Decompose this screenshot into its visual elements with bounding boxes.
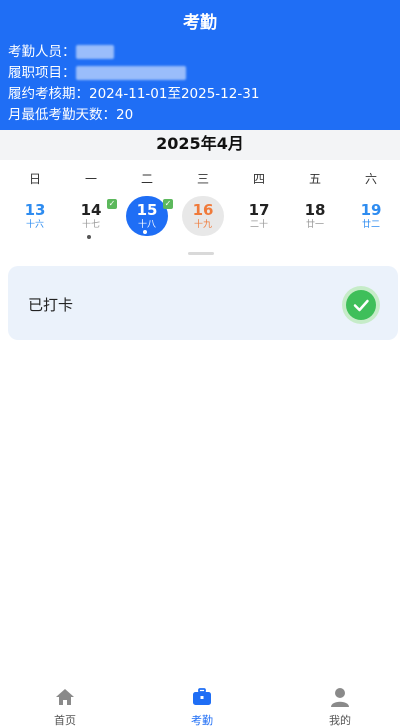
lunar-date: 廿一	[305, 220, 324, 230]
record-dot-icon	[87, 235, 91, 239]
redacted-project	[75, 66, 186, 80]
day-cell-13[interactable]: 13 十六	[7, 196, 63, 240]
month-title: 2025年4月	[0, 130, 400, 160]
status-card: 已打卡	[8, 266, 398, 340]
day-cell-17[interactable]: 17 二十	[231, 196, 287, 240]
page-title: 考勤	[183, 13, 217, 33]
weekday-wed: 三	[196, 172, 209, 186]
briefcase-icon	[162, 686, 242, 708]
lunar-date: 廿二	[361, 220, 380, 230]
day-number: 16	[192, 201, 214, 219]
calendar-expand-handle[interactable]	[188, 252, 214, 255]
day-cell-18[interactable]: 18 廿一	[287, 196, 343, 240]
bottom-tab-bar: 首页 考勤 我的	[0, 680, 400, 727]
day-cell-19[interactable]: 19 廿二	[343, 196, 399, 240]
day-number: 13	[24, 201, 46, 219]
tab-label: 首页	[54, 714, 76, 727]
day-cell-16-today[interactable]: 16 十九	[175, 196, 231, 240]
tab-label: 我的	[329, 714, 351, 727]
day-number: 18	[304, 201, 326, 219]
staff-row: 考勤人员：	[8, 42, 259, 63]
lunar-date: 十七	[81, 220, 100, 230]
lunar-date: 十九	[193, 220, 212, 230]
tab-attendance[interactable]: 考勤	[162, 686, 242, 728]
tab-home[interactable]: 首页	[25, 686, 105, 728]
status-label: 已打卡	[28, 296, 74, 314]
day-cell-15-selected[interactable]: ✓ 15 十八	[119, 196, 175, 240]
project-row: 履职项目：	[8, 63, 259, 84]
record-dot-icon	[143, 230, 147, 234]
header-bar: 考勤 考勤人员： 履职项目： 履约考核期：2024-11-01至2025-12-…	[0, 0, 400, 130]
project-label: 履职项目：	[8, 65, 76, 81]
attendance-info: 考勤人员： 履职项目： 履约考核期：2024-11-01至2025-12-31 …	[8, 42, 259, 126]
min-days-row: 月最低考勤天数：20	[8, 107, 134, 123]
day-number: 17	[248, 201, 270, 219]
weekday-thu: 四	[252, 172, 265, 186]
check-circle-icon	[342, 286, 380, 324]
lunar-date: 十八	[137, 220, 156, 230]
day-number: 19	[360, 201, 382, 219]
staff-label: 考勤人员：	[8, 44, 76, 60]
tab-profile[interactable]: 我的	[300, 686, 380, 728]
user-icon	[300, 686, 380, 708]
checked-in-icon: ✓	[107, 199, 117, 209]
home-icon	[25, 686, 105, 708]
weekday-sat: 六	[364, 172, 377, 186]
tab-label: 考勤	[191, 714, 213, 727]
week-days: 13 十六 ✓ 14 十七 ✓ 15 十八 16 十九 17 二十 18 廿一 …	[0, 196, 400, 244]
weekday-tue: 二	[140, 172, 153, 186]
lunar-date: 十六	[25, 220, 44, 230]
weekday-header: 日 一 二 三 四 五 六	[0, 166, 400, 190]
redacted-name	[75, 45, 114, 59]
weekday-mon: 一	[84, 172, 97, 186]
weekday-sun: 日	[28, 172, 41, 186]
weekday-fri: 五	[308, 172, 321, 186]
day-cell-14[interactable]: ✓ 14 十七	[63, 196, 119, 240]
lunar-date: 二十	[249, 220, 268, 230]
period-row: 履约考核期：2024-11-01至2025-12-31	[8, 86, 260, 102]
day-number: 15	[136, 201, 158, 219]
